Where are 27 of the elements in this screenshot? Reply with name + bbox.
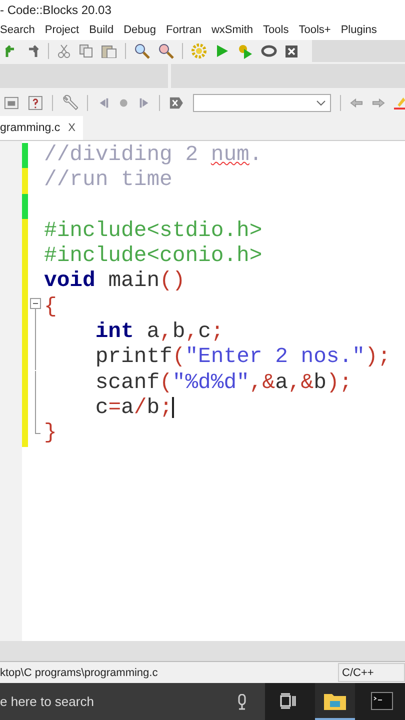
menu-item[interactable]: wxSmith	[211, 24, 254, 36]
menu-item[interactable]: Tools+	[298, 24, 331, 36]
close-button[interactable]: X	[68, 122, 76, 134]
code-line: int a,b,c;	[94, 320, 224, 346]
code-line: }	[44, 421, 57, 447]
code-line: c=a/b;	[94, 396, 174, 422]
menu-item[interactable]: Tools	[263, 24, 289, 36]
code-line: {	[44, 294, 57, 320]
file-path: ktop\C programs\programming.c	[0, 666, 158, 678]
code-line: //dividing 2 num.	[44, 143, 262, 168]
code-line: #include<conio.h>	[44, 244, 262, 270]
editor-tab[interactable]: gramming.c X	[0, 116, 84, 140]
code-line: printf("Enter 2 nos.");	[94, 345, 391, 371]
code-line: //run time	[44, 168, 172, 194]
menu-item[interactable]: Debug	[124, 24, 156, 36]
menu-item[interactable]: Search	[0, 24, 35, 36]
window-title: - Code::Blocks 20.03	[0, 3, 112, 17]
menu-item[interactable]: Project	[44, 24, 80, 36]
code-line: #include<stdio.h>	[44, 218, 262, 244]
language-indicator: C/C++	[338, 663, 405, 682]
tab-label: gramming.c	[0, 122, 60, 134]
menu-item[interactable]: Fortran	[166, 24, 202, 36]
search-field[interactable]: e here to search	[0, 683, 265, 720]
menu-item[interactable]: Build	[89, 24, 114, 36]
code-line: scanf("%d%d",&a,&b);	[94, 370, 352, 396]
code-line: void main()	[44, 269, 186, 295]
menu-item[interactable]: Plugins	[340, 24, 377, 36]
